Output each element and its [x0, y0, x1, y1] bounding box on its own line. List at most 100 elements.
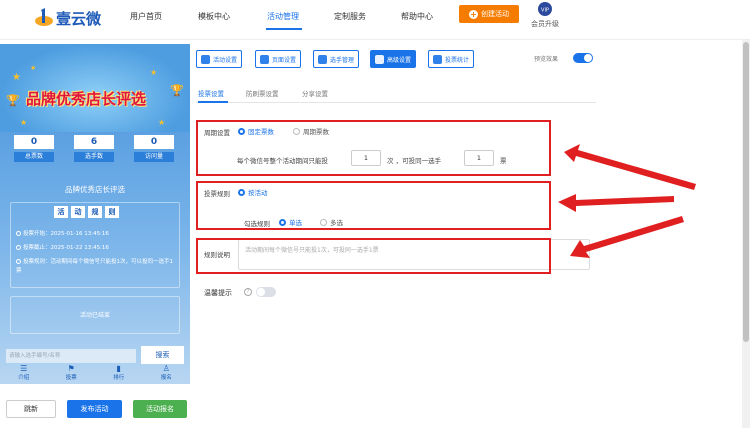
subtab-active-underline	[198, 101, 228, 103]
periodic-votes-radio[interactable]: 周期票数	[293, 126, 329, 136]
vip-icon[interactable]: VIP	[536, 1, 554, 17]
bar-chart-icon	[433, 54, 442, 64]
vote-statistics-button[interactable]: 投票统计	[428, 50, 475, 68]
nav-active-underline	[266, 28, 302, 30]
toolbar-label: 页面设置	[272, 56, 297, 64]
radio-label: 周期票数	[303, 128, 329, 136]
vote-count-input[interactable]: 1	[351, 150, 381, 166]
stat-label: 选手数	[74, 152, 114, 162]
contestant-search-input[interactable]: 请输入选手编号/名称	[6, 349, 136, 363]
nav-help-center[interactable]: 帮助中心	[401, 11, 433, 22]
bottom-action-bar: 跳新 发布活动 活动报名	[0, 396, 200, 422]
activity-ended-box: 活动已结束	[10, 296, 180, 334]
single-choice-radio[interactable]: 单选	[279, 217, 302, 227]
stat-value: 6	[74, 135, 114, 149]
rule-description-highlight	[196, 238, 551, 274]
tab-vote[interactable]: ⚑ 投票	[48, 362, 96, 384]
vote-rule-label: 投票规则	[204, 190, 230, 198]
clock-icon	[16, 245, 21, 250]
toggle-knob	[584, 54, 592, 62]
stat-visits: 0 访问量	[134, 132, 174, 162]
tab-label: 介绍	[18, 375, 30, 381]
arrow-to-rule-icon	[558, 194, 674, 212]
tips-label: 温馨提示	[204, 289, 232, 297]
tips-toggle[interactable]	[256, 287, 276, 297]
page-scrollbar[interactable]	[742, 40, 750, 428]
mobile-preview-panel: ★ ★ ★ 🏆 🏆 ★ ★ 品牌优秀店长评选 0 总票数 6 选手数 0 访问量…	[0, 44, 190, 384]
user-icon: ♙	[162, 364, 170, 373]
sliders-icon	[375, 54, 384, 64]
arrow-to-cycle-icon	[564, 144, 696, 190]
trophy-icon: 🏆	[6, 94, 20, 107]
list-icon: ☰	[20, 364, 28, 373]
clock-icon	[16, 231, 21, 236]
toolbar-label: 高级设置	[387, 56, 412, 64]
activity-settings-button[interactable]: 活动设置	[196, 50, 243, 68]
activity-signup-button[interactable]: 活动报名	[133, 400, 187, 418]
publish-activity-button[interactable]: 发布活动	[67, 400, 122, 418]
stat-label: 总票数	[14, 152, 54, 162]
by-activity-radio[interactable]: 按活动	[238, 187, 268, 197]
rules-tag: 则	[105, 206, 119, 218]
toolbar-label: 活动设置	[213, 56, 238, 64]
create-activity-label: 创建活动	[481, 10, 509, 18]
radio-label: 固定票数	[248, 128, 274, 136]
fixed-votes-radio[interactable]: 固定票数	[238, 126, 274, 136]
activity-name: 品牌优秀店长评选	[65, 185, 125, 194]
star-icon: ★	[20, 118, 28, 127]
preview-tab-bar: ☰ 介绍 ⚑ 投票 ▮ 排行 ♙ 报名	[0, 362, 190, 384]
brand-name[interactable]: 壹云微	[56, 8, 101, 29]
gear-icon	[260, 54, 269, 64]
nav-template-center[interactable]: 模板中心	[198, 11, 230, 22]
toolbar-label: 投票统计	[445, 56, 470, 64]
radio-label: 按活动	[248, 189, 268, 197]
rule-description-label: 规则说明	[204, 251, 230, 259]
vip-upgrade-label[interactable]: 会员升级	[531, 19, 559, 29]
tab-anti-fraud-settings[interactable]: 防刷票设置	[246, 88, 279, 98]
preview-effect-toggle[interactable]	[573, 53, 593, 63]
tab-label: 报名	[160, 375, 172, 381]
rules-tag: 活	[54, 206, 68, 218]
radio-dot	[320, 218, 327, 226]
create-activity-button[interactable]: + 创建活动	[459, 5, 519, 23]
tab-signup[interactable]: ♙ 报名	[143, 362, 191, 384]
rule-vote-rule: 投票规则：活动期间每个微信号只能投1次，可以投同一选手1票	[16, 258, 176, 276]
rules-tag: 动	[71, 206, 85, 218]
tab-share-settings[interactable]: 分享设置	[302, 88, 328, 98]
contestant-management-button[interactable]: 选手管理	[313, 50, 360, 68]
nav-custom-service[interactable]: 定制服务	[334, 11, 366, 22]
stat-value: 0	[14, 135, 54, 149]
cycle-settings-label: 周期设置	[204, 129, 230, 137]
radio-label: 单选	[289, 219, 302, 227]
refresh-button[interactable]: 跳新	[6, 400, 56, 418]
tab-intro[interactable]: ☰ 介绍	[0, 362, 48, 384]
nav-activity-management[interactable]: 活动管理	[267, 11, 299, 22]
nav-user-home[interactable]: 用户首页	[130, 11, 162, 22]
rules-tag: 规	[88, 206, 102, 218]
arrow-to-description-icon	[570, 216, 684, 258]
svg-text:VIP: VIP	[541, 8, 549, 14]
annotation-arrows	[558, 144, 696, 258]
top-navigation-bar: 壹云微 用户首页 模板中心 活动管理 定制服务 帮助中心 + 创建活动 VIP …	[0, 0, 750, 40]
trophy-icon: 🏆	[170, 84, 184, 97]
users-icon	[318, 54, 327, 64]
radio-dot	[279, 218, 286, 226]
same-contestant-votes-input[interactable]: 1	[464, 150, 494, 166]
toolbar-label: 选手管理	[330, 56, 355, 64]
preview-banner: ★ ★ ★ 🏆 🏆 ★ ★ 品牌优秀店长评选	[0, 44, 190, 132]
tab-label: 排行	[113, 375, 125, 381]
rule-text: 投票规则：活动期间每个微信号只能投1次，可以投同一选手1票	[16, 259, 174, 274]
multiple-choice-radio[interactable]: 多选	[320, 217, 343, 227]
tab-vote-settings[interactable]: 投票设置	[198, 88, 224, 98]
page-settings-button[interactable]: 页面设置	[255, 50, 302, 68]
tab-ranking[interactable]: ▮ 排行	[95, 362, 143, 384]
star-icon: ★	[12, 72, 21, 83]
rule-text: 投票开始：2025-01-16 13:45:16	[23, 231, 109, 237]
star-icon: ★	[30, 64, 37, 72]
advanced-settings-button[interactable]: 高级设置	[370, 50, 417, 68]
stat-contestants: 6 选手数	[74, 132, 114, 162]
rule-text: 投票截止：2025-01-22 13:45:16	[23, 245, 109, 251]
radio-dot	[238, 127, 245, 135]
scrollbar-thumb[interactable]	[743, 42, 749, 342]
question-icon[interactable]: ?	[244, 288, 252, 296]
